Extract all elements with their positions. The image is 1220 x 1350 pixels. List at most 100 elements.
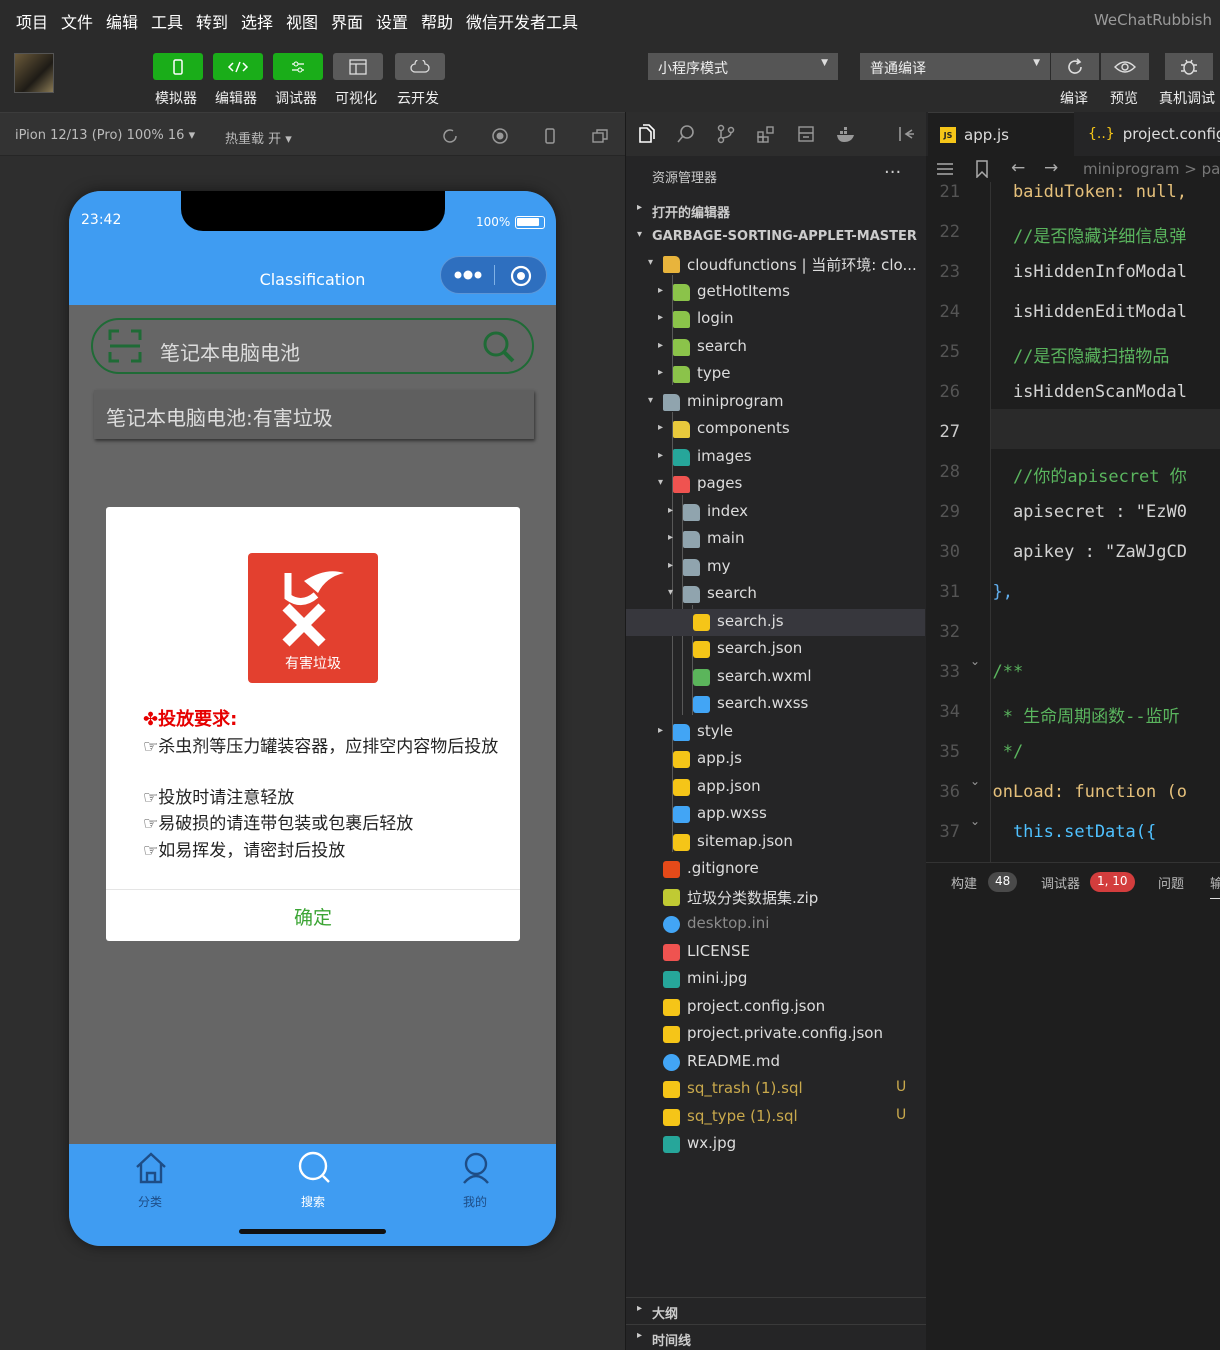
- fold-chevron-icon[interactable]: ⌄: [970, 654, 980, 668]
- search-bar[interactable]: 笔记本电脑电池: [91, 318, 534, 374]
- section-label: 大纲: [652, 1307, 679, 1322]
- tree-item[interactable]: ▸ login: [626, 306, 925, 333]
- tree-item[interactable]: ▸ index: [626, 499, 925, 526]
- window-icon[interactable]: [591, 127, 609, 145]
- device-select[interactable]: iPion 12/13 (Pro) 100% 16 ▾: [15, 128, 195, 143]
- tree-item[interactable]: ▸ images: [626, 444, 925, 471]
- menu-goto[interactable]: 转到: [196, 9, 228, 33]
- source-control-icon[interactable]: [716, 124, 736, 144]
- tab-project-config[interactable]: {..} project.config.j: [1076, 112, 1220, 156]
- cloud-dev-button[interactable]: [395, 53, 445, 80]
- forward-arrow-icon[interactable]: →: [1044, 158, 1058, 178]
- rotate-icon[interactable]: [441, 127, 459, 145]
- menu-interface[interactable]: 界面: [331, 9, 363, 33]
- remote-debug-button[interactable]: [1165, 53, 1213, 80]
- menu-help[interactable]: 帮助: [421, 9, 453, 33]
- simulator-button[interactable]: [153, 53, 203, 80]
- visual-button[interactable]: [333, 53, 383, 80]
- search-icon[interactable]: [676, 124, 696, 144]
- tree-item[interactable]: ▾ pages: [626, 471, 925, 498]
- tree-item[interactable]: ▸ style: [626, 719, 925, 746]
- menu-project[interactable]: 项目: [16, 9, 48, 33]
- search-icon[interactable]: [482, 330, 516, 364]
- preview-button[interactable]: [1101, 53, 1149, 80]
- back-arrow-icon[interactable]: ←: [1011, 158, 1025, 178]
- more-dots-icon[interactable]: [453, 269, 483, 281]
- extensions-icon[interactable]: [756, 124, 776, 144]
- tree-item[interactable]: app.wxss: [626, 801, 925, 828]
- fold-chevron-icon[interactable]: ⌄: [970, 814, 980, 828]
- hot-reload-toggle[interactable]: 热重载 开 ▾: [225, 128, 292, 147]
- debugger-button[interactable]: [273, 53, 323, 80]
- mode-select[interactable]: 小程序模式 ▼: [648, 53, 838, 80]
- scan-icon[interactable]: [108, 329, 142, 363]
- list-icon[interactable]: [936, 161, 954, 177]
- tree-item[interactable]: ▸ my: [626, 554, 925, 581]
- tree-item[interactable]: search.wxss: [626, 691, 925, 718]
- menu-file[interactable]: 文件: [61, 9, 93, 33]
- confirm-button[interactable]: 确定: [106, 903, 520, 930]
- problems-tab[interactable]: 问题: [1158, 873, 1184, 892]
- tree-item[interactable]: app.json: [626, 774, 925, 801]
- tree-item[interactable]: ▾ search: [626, 581, 925, 608]
- close-target-icon[interactable]: [509, 264, 533, 288]
- tree-item[interactable]: search.js: [626, 608, 925, 636]
- tree-item-label: mini.jpg: [687, 969, 748, 987]
- editor-button[interactable]: [213, 53, 263, 80]
- tree-item[interactable]: project.private.config.json: [626, 1021, 925, 1048]
- tree-item[interactable]: ▾ cloudfunctions | 当前环境: clo...: [626, 251, 925, 278]
- tree-item[interactable]: ▸ main: [626, 526, 925, 553]
- build-tab[interactable]: 构建: [951, 873, 977, 892]
- breadcrumb-path[interactable]: miniprogram > pag: [1083, 160, 1220, 178]
- tree-item[interactable]: 垃圾分类数据集.zip: [626, 884, 925, 911]
- menu-settings[interactable]: 设置: [376, 9, 408, 33]
- tab-app-js[interactable]: JS app.js: [928, 112, 1074, 156]
- tree-item-label: README.md: [687, 1051, 781, 1070]
- tree-item[interactable]: project.config.json: [626, 994, 925, 1021]
- timeline-section[interactable]: ▸ 时间线: [626, 1324, 927, 1350]
- tree-item[interactable]: ▸ type: [626, 361, 925, 388]
- tree-item[interactable]: LICENSE: [626, 939, 925, 966]
- outline-section[interactable]: ▸ 大纲: [626, 1297, 927, 1323]
- more-actions-icon[interactable]: ···: [884, 162, 901, 183]
- tree-item[interactable]: ▸ search: [626, 334, 925, 361]
- search-result[interactable]: 笔记本电脑电池:有害垃圾: [94, 390, 534, 439]
- compile-select[interactable]: 普通编译 ▼: [860, 53, 1050, 80]
- project-section[interactable]: ▾ GARBAGE-SORTING-APPLET-MASTER: [626, 224, 927, 250]
- files-icon[interactable]: [636, 124, 656, 144]
- tree-item[interactable]: sitemap.json: [626, 829, 925, 856]
- storage-icon[interactable]: [796, 124, 816, 144]
- debugger-tab[interactable]: 调试器: [1041, 873, 1080, 892]
- collapse-panel-icon[interactable]: [896, 124, 916, 144]
- open-editors-section[interactable]: ▸ 打开的编辑器: [626, 197, 927, 223]
- bookmark-icon[interactable]: [975, 160, 989, 178]
- record-icon[interactable]: [491, 127, 509, 145]
- tree-item[interactable]: ▸ getHotItems: [626, 279, 925, 306]
- tree-item-label: search.json: [717, 639, 803, 657]
- fold-chevron-icon[interactable]: ⌄: [970, 774, 980, 788]
- tree-item[interactable]: ▸ components: [626, 416, 925, 443]
- menu-wechat-devtools[interactable]: 微信开发者工具: [466, 9, 578, 33]
- tree-item[interactable]: search.json: [626, 636, 925, 663]
- tree-item[interactable]: app.js: [626, 746, 925, 773]
- tree-item[interactable]: mini.jpg: [626, 966, 925, 993]
- avatar[interactable]: [14, 53, 54, 93]
- tree-item[interactable]: README.md: [626, 1049, 925, 1076]
- tree-item[interactable]: ▾ miniprogram: [626, 389, 925, 416]
- menu-edit[interactable]: 编辑: [106, 9, 138, 33]
- search-input[interactable]: 笔记本电脑电池: [160, 337, 300, 366]
- compile-button[interactable]: [1051, 53, 1099, 80]
- chevron-right-icon: ▸: [658, 312, 664, 323]
- tree-item[interactable]: sq_type (1).sql U: [626, 1104, 925, 1131]
- output-tab[interactable]: 输: [1210, 873, 1220, 899]
- menu-tools[interactable]: 工具: [151, 9, 183, 33]
- menu-view[interactable]: 视图: [286, 9, 318, 33]
- phone-icon[interactable]: [541, 127, 559, 145]
- tree-item[interactable]: wx.jpg: [626, 1131, 925, 1158]
- tree-item[interactable]: sq_trash (1).sql U: [626, 1076, 925, 1103]
- menu-select[interactable]: 选择: [241, 9, 273, 33]
- tree-item[interactable]: desktop.ini: [626, 911, 925, 938]
- docker-icon[interactable]: [836, 124, 856, 144]
- tree-item[interactable]: search.wxml: [626, 664, 925, 691]
- tree-item[interactable]: .gitignore: [626, 856, 925, 883]
